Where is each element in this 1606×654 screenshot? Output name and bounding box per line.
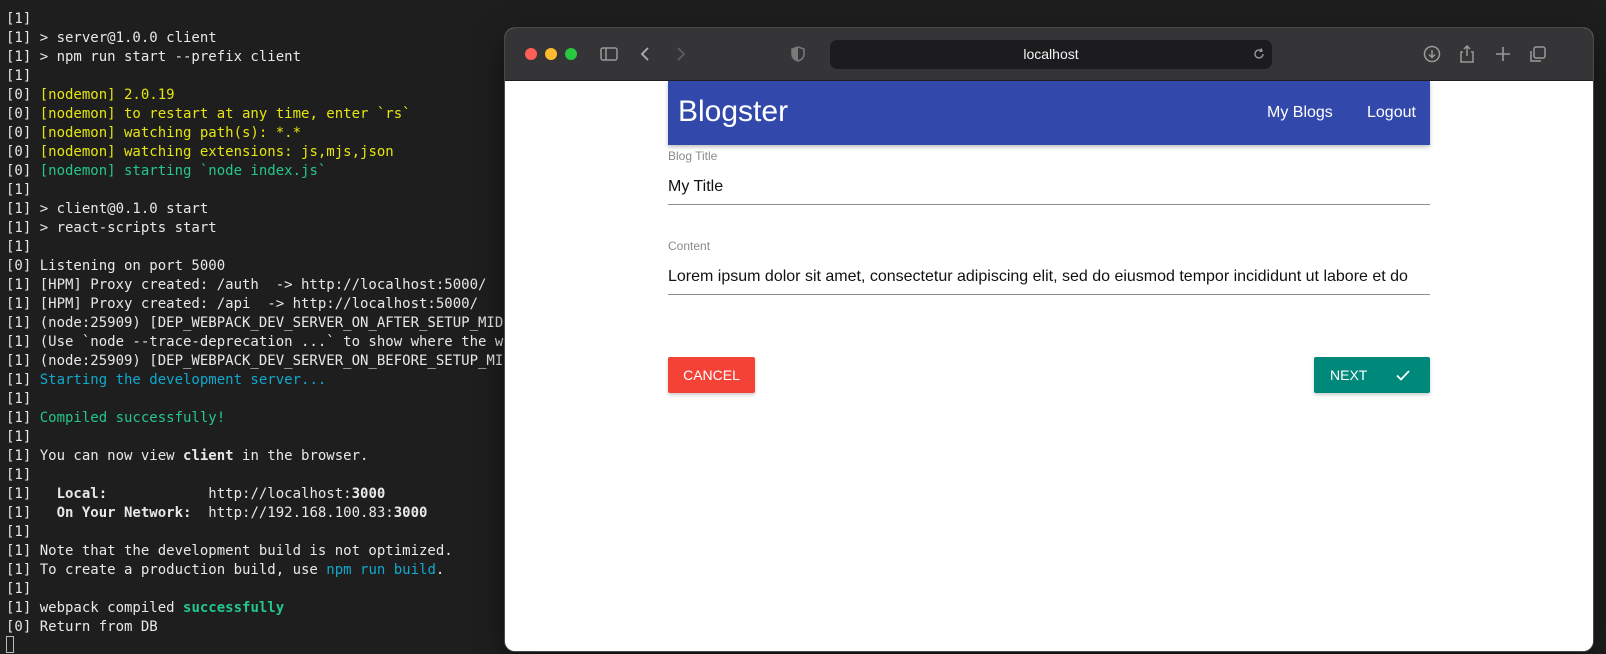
brand-logo[interactable]: Blogster	[678, 81, 788, 145]
forward-icon[interactable]	[669, 43, 691, 65]
terminal-text: [nodemon] watching path(s): *.*	[39, 125, 302, 141]
terminal-text: [1] To create a production build, use	[6, 562, 327, 578]
terminal-text: [0]	[6, 106, 40, 122]
terminal-text: [1] [HPM] Proxy created: /api -> http://…	[6, 296, 479, 312]
terminal-text: [nodemon] starting `node index.js`	[39, 163, 327, 179]
terminal-text: [1] > react-scripts start	[6, 220, 217, 236]
web-page: Blogster My Blogs Logout Blog Title My T…	[505, 81, 1593, 651]
terminal-text: [1]	[6, 372, 40, 388]
download-icon[interactable]	[1421, 43, 1443, 65]
terminal-text: [0]	[6, 87, 40, 103]
check-icon	[1396, 370, 1410, 381]
next-button-label: NEXT	[1330, 367, 1368, 383]
terminal-text: [1] You can now view	[6, 448, 184, 464]
zoom-window-button[interactable]	[565, 48, 577, 60]
terminal-text: [1]	[6, 505, 57, 521]
nav-my-blogs-link[interactable]: My Blogs	[1267, 81, 1333, 145]
terminal-text: [nodemon] to restart at any time, enter …	[39, 106, 411, 122]
terminal-cursor	[6, 636, 14, 653]
next-button[interactable]: NEXT	[1314, 357, 1430, 393]
terminal-text: [nodemon] watching extensions: js,mjs,js…	[39, 144, 394, 160]
terminal-line: [1]	[0, 10, 1606, 29]
terminal-text: http://192.168.100.83:	[191, 505, 394, 521]
terminal-text: successfully	[183, 600, 285, 616]
terminal-text: [0]	[6, 144, 40, 160]
terminal-text: Starting the development server...	[39, 372, 327, 388]
blog-title-label: Blog Title	[668, 149, 718, 163]
terminal-text: [0]	[6, 125, 40, 141]
terminal-text: in the browser.	[233, 448, 369, 464]
terminal-text: [1]	[6, 524, 32, 540]
content-input[interactable]: Lorem ipsum dolor sit amet, consectetur …	[668, 259, 1430, 295]
reload-icon[interactable]	[1252, 47, 1266, 61]
terminal-text: Local:	[56, 486, 108, 502]
terminal-text: [1] webpack compiled	[6, 600, 184, 616]
terminal-text: 3000	[351, 486, 386, 502]
terminal-text: .	[435, 562, 445, 578]
blog-title-input[interactable]: My Title	[668, 169, 1430, 205]
terminal-text: [0]	[6, 163, 40, 179]
terminal-text: [1]	[6, 581, 32, 597]
terminal-text: npm run build	[326, 562, 436, 578]
back-icon[interactable]	[635, 43, 657, 65]
sidebar-icon[interactable]	[598, 43, 620, 65]
terminal-text: [1]	[6, 410, 40, 426]
share-icon[interactable]	[1456, 43, 1478, 65]
minimize-window-button[interactable]	[545, 48, 557, 60]
terminal-text: [1] (node:25909) [DEP_WEBPACK_DEV_SERVER…	[6, 315, 538, 331]
terminal-text: [1] (node:25909) [DEP_WEBPACK_DEV_SERVER…	[6, 353, 538, 369]
terminal-text: [1] > server@1.0.0 client	[6, 30, 217, 46]
browser-toolbar: localhost	[505, 28, 1593, 81]
terminal-text: [1] [HPM] Proxy created: /auth -> http:/…	[6, 277, 487, 293]
terminal-text: [1]	[6, 486, 57, 502]
terminal-text: [1] > npm run start --prefix client	[6, 49, 302, 65]
terminal-text: [nodemon] 2.0.19	[39, 87, 175, 103]
terminal-text: [1]	[6, 429, 32, 445]
address-text[interactable]: localhost	[830, 40, 1272, 69]
terminal-text: [1] (Use `node --trace-deprecation ...` …	[6, 334, 538, 350]
browser-window: localhost Blogster My Blogs Logout Blog …	[505, 28, 1593, 651]
address-bar[interactable]: localhost	[830, 40, 1272, 69]
tab-overview-icon[interactable]	[1527, 43, 1549, 65]
terminal-text: [1]	[6, 182, 32, 198]
shield-icon[interactable]	[787, 43, 809, 65]
terminal-text: [1]	[6, 68, 32, 84]
terminal-text: [1] > client@0.1.0 start	[6, 201, 209, 217]
terminal-text: Compiled successfully!	[39, 410, 226, 426]
cancel-button[interactable]: CANCEL	[668, 357, 755, 393]
terminal-text: client	[183, 448, 234, 464]
close-window-button[interactable]	[525, 48, 537, 60]
terminal-text: 3000	[393, 505, 428, 521]
terminal-text: [1]	[6, 11, 32, 27]
terminal-text: [1]	[6, 467, 32, 483]
terminal-text: [0] Listening on port 5000	[6, 258, 226, 274]
new-tab-icon[interactable]	[1492, 43, 1514, 65]
terminal-text: [1] Note that the development build is n…	[6, 543, 453, 559]
terminal-text: [0] Return from DB	[6, 619, 158, 635]
nav-logout-link[interactable]: Logout	[1367, 81, 1416, 145]
terminal-text: http://localhost:	[107, 486, 352, 502]
terminal-text: [1]	[6, 391, 32, 407]
terminal-text: On Your Network:	[56, 505, 192, 521]
terminal-text: [1]	[6, 239, 32, 255]
content-label: Content	[668, 239, 711, 253]
app-navbar: Blogster My Blogs Logout	[668, 81, 1430, 145]
